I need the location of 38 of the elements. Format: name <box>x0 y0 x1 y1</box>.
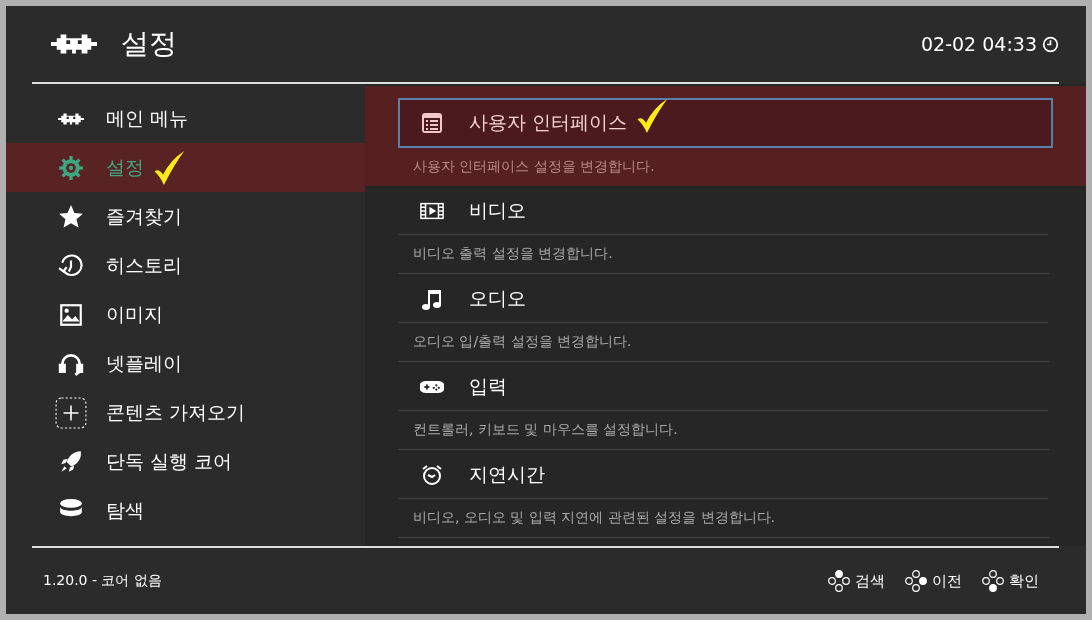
clock-icon <box>1042 35 1059 53</box>
clock-time: 02-02 04:33 <box>921 33 1037 55</box>
settings-item[interactable]: 오디오 <box>398 274 1049 323</box>
settings-item[interactable]: 사용자 인터페이스 <box>398 98 1053 148</box>
setting-description: 컨트롤러, 키보드 및 마우스를 설정합니다. <box>398 411 1049 450</box>
sidebar-item[interactable]: 넷플레이 <box>6 339 365 388</box>
setting-description: 비디오 출력 설정을 변경합니다. <box>398 235 1049 274</box>
rocket-icon <box>58 448 84 475</box>
settings-item[interactable]: 지연시간 <box>398 450 1049 499</box>
sidebar-item[interactable]: 이미지 <box>6 290 365 339</box>
sidebar-item[interactable]: 설정 <box>6 143 365 192</box>
sidebar-item[interactable]: 단독 실행 코어 <box>6 437 365 486</box>
page-title: 설정 <box>121 26 178 62</box>
gamepad-buttons-icon <box>905 570 927 592</box>
gear-icon <box>58 154 84 181</box>
sidebar-item[interactable]: 탐색 <box>6 486 365 535</box>
setting-description: 비디오, 오디오 및 입력 지연에 관련된 설정을 변경합니다. <box>398 499 1049 538</box>
sidebar-item[interactable]: 콘텐츠 가져오기 <box>6 388 365 437</box>
gamepad-buttons-icon <box>982 570 1004 592</box>
hint-button[interactable]: 이전 <box>905 570 962 592</box>
setting-description: 사용자 인터페이스 설정을 변경합니다. <box>412 157 656 176</box>
image-icon <box>58 301 84 328</box>
setting-description: 오디오 입/출력 설정을 변경합니다. <box>398 323 1049 362</box>
settings-item[interactable]: 입력 <box>398 362 1049 411</box>
sidebar-item[interactable]: 메인 메뉴 <box>6 94 365 143</box>
star-icon <box>58 203 84 230</box>
alarm-clock-icon <box>420 463 444 487</box>
list-window-icon <box>420 111 444 135</box>
gamepad-buttons-icon <box>828 570 850 592</box>
music-note-icon <box>420 287 444 311</box>
version-text: 1.20.0 - 코어 없음 <box>43 572 163 590</box>
sidebar-item[interactable]: 즐겨찾기 <box>6 192 365 241</box>
hint-button[interactable]: 검색 <box>828 570 885 592</box>
settings-item[interactable]: 비디오 <box>398 186 1049 235</box>
sidebar-item[interactable]: 히스토리 <box>6 241 365 290</box>
add-icon <box>55 396 87 429</box>
history-icon <box>58 252 84 279</box>
hint-button[interactable]: 확인 <box>982 570 1039 592</box>
